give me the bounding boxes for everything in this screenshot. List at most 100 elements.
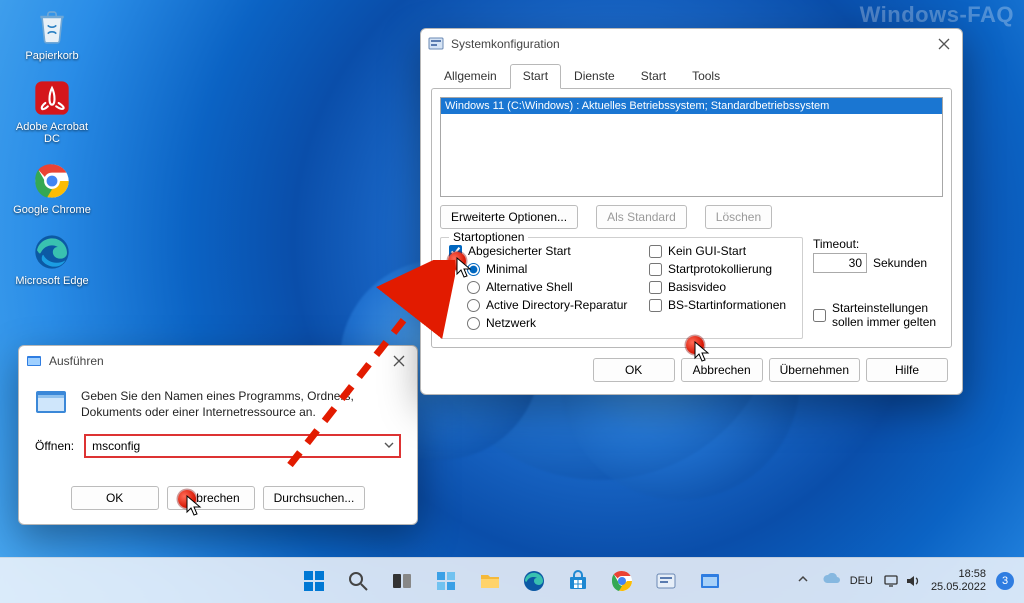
taskbar-widgets-icon[interactable] bbox=[426, 561, 466, 601]
taskbar-app-icon[interactable] bbox=[646, 561, 686, 601]
run-window-icon bbox=[25, 352, 43, 370]
safeboot-label: Abgesicherter Start bbox=[468, 244, 571, 258]
taskbar-taskview-icon[interactable] bbox=[382, 561, 422, 601]
bootlog-checkbox-row[interactable]: Startprotokollierung bbox=[649, 262, 794, 276]
persist-checkbox[interactable] bbox=[813, 309, 826, 322]
sysconfig-apply-button[interactable]: Übernehmen bbox=[769, 358, 860, 382]
safeboot-network-radio[interactable] bbox=[467, 317, 480, 330]
persist-label: Starteinstellungen sollen immer gelten bbox=[832, 301, 943, 329]
tab-start-boot[interactable]: Start bbox=[510, 64, 561, 89]
safeboot-adrepair-label: Active Directory-Reparatur bbox=[486, 298, 627, 312]
run-ok-button[interactable]: OK bbox=[71, 486, 159, 510]
safeboot-adrepair-radio[interactable] bbox=[467, 299, 480, 312]
advanced-options-button[interactable]: Erweiterte Optionen... bbox=[440, 205, 578, 229]
delete-button: Löschen bbox=[705, 205, 772, 229]
close-icon[interactable] bbox=[932, 32, 956, 56]
tab-start-autostart[interactable]: Start bbox=[628, 64, 679, 89]
nogui-checkbox[interactable] bbox=[649, 245, 662, 258]
taskbar-search-icon[interactable] bbox=[338, 561, 378, 601]
osbootinfo-checkbox-row[interactable]: BS-Startinformationen bbox=[649, 298, 794, 312]
taskbar-clock[interactable]: 18:58 25.05.2022 bbox=[931, 568, 986, 593]
tray-network-volume[interactable] bbox=[883, 574, 921, 588]
sysconfig-title: Systemkonfiguration bbox=[451, 37, 932, 51]
safeboot-minimal-radio-row[interactable]: Minimal bbox=[467, 262, 639, 276]
desktop-icon-recycle-bin[interactable]: Papierkorb bbox=[10, 6, 94, 63]
sysconfig-cancel-button[interactable]: Abbrechen bbox=[681, 358, 763, 382]
safeboot-adrepair-radio-row[interactable]: Active Directory-Reparatur bbox=[467, 298, 639, 312]
desktop-icon-acrobat[interactable]: Adobe Acrobat DC bbox=[10, 77, 94, 146]
taskbar-run-icon[interactable] bbox=[690, 561, 730, 601]
taskbar: DEU 18:58 25.05.2022 3 bbox=[0, 557, 1024, 603]
volume-icon bbox=[905, 574, 921, 588]
safeboot-altshell-radio[interactable] bbox=[467, 281, 480, 294]
desktop-icon-label: Adobe Acrobat DC bbox=[10, 121, 94, 146]
run-titlebar[interactable]: Ausführen bbox=[19, 346, 417, 376]
run-description: Geben Sie den Namen eines Programms, Ord… bbox=[81, 388, 401, 420]
onedrive-icon[interactable] bbox=[822, 573, 840, 588]
nogui-checkbox-row[interactable]: Kein GUI-Start bbox=[649, 244, 794, 258]
chrome-icon bbox=[31, 160, 73, 202]
close-icon[interactable] bbox=[387, 349, 411, 373]
run-title: Ausführen bbox=[49, 354, 387, 368]
sysconfig-help-button[interactable]: Hilfe bbox=[866, 358, 948, 382]
safeboot-checkbox-row[interactable]: Abgesicherter Start bbox=[449, 244, 639, 258]
tray-overflow-icon[interactable] bbox=[794, 570, 812, 591]
os-listbox[interactable]: Windows 11 (C:\Windows) : Aktuelles Betr… bbox=[440, 97, 943, 197]
nogui-label: Kein GUI-Start bbox=[668, 244, 746, 258]
recycle-bin-icon bbox=[31, 6, 73, 48]
taskbar-store-icon[interactable] bbox=[558, 561, 598, 601]
chevron-down-icon bbox=[383, 439, 395, 454]
run-dialog-window: Ausführen Geben Sie den Namen eines Prog… bbox=[18, 345, 418, 525]
taskbar-chrome-icon[interactable] bbox=[602, 561, 642, 601]
bootlog-label: Startprotokollierung bbox=[668, 262, 772, 276]
acrobat-icon bbox=[31, 77, 73, 119]
desktop-icons: Papierkorb Adobe Acrobat DC Google Chrom… bbox=[10, 6, 110, 301]
run-open-label: Öffnen: bbox=[35, 439, 74, 453]
language-indicator[interactable]: DEU bbox=[850, 575, 873, 587]
basevideo-label: Basisvideo bbox=[668, 280, 726, 294]
safeboot-altshell-radio-row[interactable]: Alternative Shell bbox=[467, 280, 639, 294]
taskbar-explorer-icon[interactable] bbox=[470, 561, 510, 601]
network-icon bbox=[883, 574, 899, 588]
bootlog-checkbox[interactable] bbox=[649, 263, 662, 276]
set-default-button: Als Standard bbox=[596, 205, 687, 229]
timeout-unit: Sekunden bbox=[873, 256, 927, 270]
desktop-icon-label: Google Chrome bbox=[10, 204, 94, 217]
safeboot-minimal-radio[interactable] bbox=[467, 263, 480, 276]
desktop-icon-edge[interactable]: Microsoft Edge bbox=[10, 231, 94, 288]
run-app-icon bbox=[35, 388, 69, 416]
sysconfig-icon bbox=[427, 35, 445, 53]
tab-tools[interactable]: Tools bbox=[679, 64, 733, 89]
basevideo-checkbox[interactable] bbox=[649, 281, 662, 294]
os-entry-selected[interactable]: Windows 11 (C:\Windows) : Aktuelles Betr… bbox=[441, 98, 942, 114]
desktop-icon-label: Papierkorb bbox=[10, 50, 94, 63]
sysconfig-titlebar[interactable]: Systemkonfiguration bbox=[421, 29, 962, 59]
sysconfig-ok-button[interactable]: OK bbox=[593, 358, 675, 382]
start-button[interactable] bbox=[294, 561, 334, 601]
taskbar-date: 25.05.2022 bbox=[931, 581, 986, 594]
notification-badge[interactable]: 3 bbox=[996, 572, 1014, 590]
run-browse-button[interactable]: Durchsuchen... bbox=[263, 486, 366, 510]
annotation-marker-icon bbox=[178, 490, 196, 508]
safeboot-altshell-label: Alternative Shell bbox=[486, 280, 573, 294]
persist-checkbox-row[interactable]: Starteinstellungen sollen immer gelten bbox=[813, 301, 943, 329]
safeboot-minimal-label: Minimal bbox=[486, 262, 527, 276]
watermark-text: Windows-FAQ bbox=[860, 2, 1014, 28]
taskbar-edge-icon[interactable] bbox=[514, 561, 554, 601]
tab-dienste[interactable]: Dienste bbox=[561, 64, 628, 89]
taskbar-systray: DEU 18:58 25.05.2022 3 bbox=[794, 568, 1024, 593]
edge-icon bbox=[31, 231, 73, 273]
run-open-value: msconfig bbox=[92, 439, 140, 453]
osbootinfo-label: BS-Startinformationen bbox=[668, 298, 786, 312]
tab-allgemein[interactable]: Allgemein bbox=[431, 64, 510, 89]
osbootinfo-checkbox[interactable] bbox=[649, 299, 662, 312]
run-open-combobox[interactable]: msconfig bbox=[84, 434, 401, 458]
desktop-icon-label: Microsoft Edge bbox=[10, 275, 94, 288]
desktop-icon-chrome[interactable]: Google Chrome bbox=[10, 160, 94, 217]
basevideo-checkbox-row[interactable]: Basisvideo bbox=[649, 280, 794, 294]
startoptionen-legend: Startoptionen bbox=[449, 230, 528, 244]
taskbar-center bbox=[294, 561, 730, 601]
safeboot-network-radio-row[interactable]: Netzwerk bbox=[467, 316, 639, 330]
timeout-label: Timeout: bbox=[813, 237, 943, 251]
timeout-input[interactable] bbox=[813, 253, 867, 273]
